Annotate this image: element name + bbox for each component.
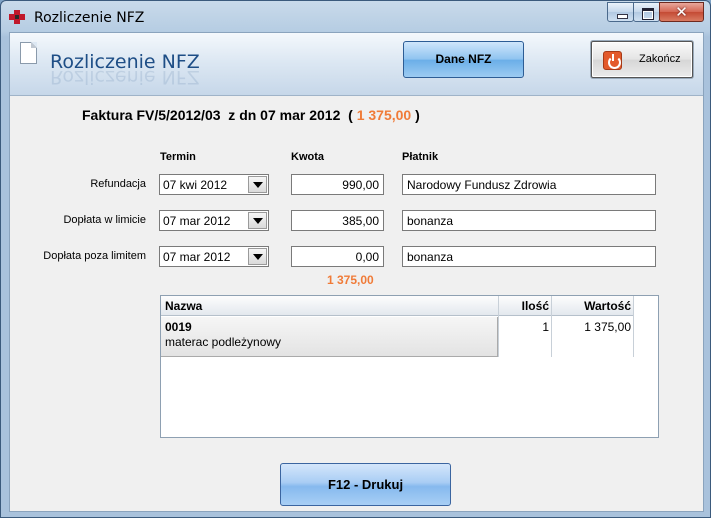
- client-area: Rozliczenie NFZ Rozliczenie NFZ Dane NFZ…: [9, 32, 704, 512]
- print-button[interactable]: F12 - Drukuj: [280, 463, 451, 506]
- zakoncz-label: Zakończ: [639, 53, 681, 65]
- title-bar[interactable]: Rozliczenie NFZ ✕: [1, 1, 710, 33]
- payer-field-doplata-w-limicie[interactable]: bonanza: [402, 210, 656, 231]
- amount-field-doplata-w-limicie[interactable]: 385,00: [291, 210, 384, 231]
- header-bar: Rozliczenie NFZ Rozliczenie NFZ Dane NFZ…: [10, 33, 703, 96]
- page-title: Rozliczenie NFZ: [50, 51, 200, 73]
- item-value: 1 375,00: [584, 320, 631, 334]
- invoice-close-paren: ): [411, 107, 420, 123]
- date-select-doplata-poza-limitem[interactable]: 07 mar 2012: [159, 246, 269, 267]
- app-logo-icon: [9, 10, 25, 24]
- payer-field-refundacja[interactable]: Narodowy Fundusz Zdrowia: [402, 174, 656, 195]
- cell-name: 0019 materac podleżynowy: [161, 317, 498, 357]
- invoice-heading: Faktura FV/5/2012/03 z dn 07 mar 2012 ( …: [82, 107, 420, 123]
- dane-nfz-button[interactable]: Dane NFZ: [403, 41, 524, 78]
- invoice-label: Faktura FV/5/2012/03 z dn 07 mar 2012 (: [82, 107, 357, 123]
- date-select-doplata-w-limicie[interactable]: 07 mar 2012: [159, 210, 269, 231]
- zakoncz-button[interactable]: Zakończ: [591, 41, 693, 78]
- grid-header-wartosc[interactable]: Wartość: [551, 299, 631, 313]
- column-header-kwota: Kwota: [291, 151, 324, 163]
- row-label-doplata-poza-limitem: Dopłata poza limitem: [43, 250, 146, 262]
- maximize-icon[interactable]: [633, 2, 660, 22]
- amount-field-doplata-poza-limitem[interactable]: 0,00: [291, 246, 384, 267]
- items-grid[interactable]: Nazwa Ilość Wartość 0019 materac podleży…: [160, 295, 659, 438]
- grid-header: Nazwa Ilość Wartość: [161, 296, 634, 316]
- window-title: Rozliczenie NFZ: [34, 10, 145, 26]
- power-icon: [603, 51, 622, 70]
- payer-field-doplata-poza-limitem[interactable]: bonanza: [402, 246, 656, 267]
- caption-buttons: ✕: [607, 2, 704, 22]
- date-select-refundacja[interactable]: 07 kwi 2012: [159, 174, 269, 195]
- app-window: Rozliczenie NFZ ✕ Rozliczenie NFZ Rozlic…: [0, 0, 711, 518]
- dropdown-arrow-icon[interactable]: [248, 248, 267, 265]
- column-header-termin: Termin: [160, 151, 196, 163]
- dropdown-arrow-icon[interactable]: [248, 212, 267, 229]
- row-label-refundacja: Refundacja: [90, 178, 146, 190]
- amount-total: 1 375,00: [327, 273, 374, 287]
- dropdown-arrow-icon[interactable]: [248, 176, 267, 193]
- grid-header-nazwa[interactable]: Nazwa: [165, 299, 202, 313]
- table-row[interactable]: 0019 materac podleżynowy 1 1 375,00: [161, 317, 634, 357]
- date-value: 07 mar 2012: [163, 214, 231, 228]
- item-description: materac podleżynowy: [165, 335, 282, 349]
- column-header-platnik: Płatnik: [402, 151, 439, 163]
- close-glyph: ✕: [675, 4, 688, 21]
- grid-header-ilosc[interactable]: Ilość: [499, 299, 549, 313]
- close-icon[interactable]: ✕: [659, 2, 704, 22]
- date-value: 07 kwi 2012: [163, 178, 228, 192]
- date-value: 07 mar 2012: [163, 250, 231, 264]
- document-icon: [20, 42, 37, 64]
- item-code: 0019: [165, 320, 192, 334]
- item-qty: 1: [542, 320, 549, 334]
- row-label-doplata-w-limicie: Dopłata w limicie: [63, 214, 146, 226]
- invoice-amount: 1 375,00: [356, 107, 412, 123]
- minimize-icon[interactable]: [607, 2, 634, 22]
- amount-field-refundacja[interactable]: 990,00: [291, 174, 384, 195]
